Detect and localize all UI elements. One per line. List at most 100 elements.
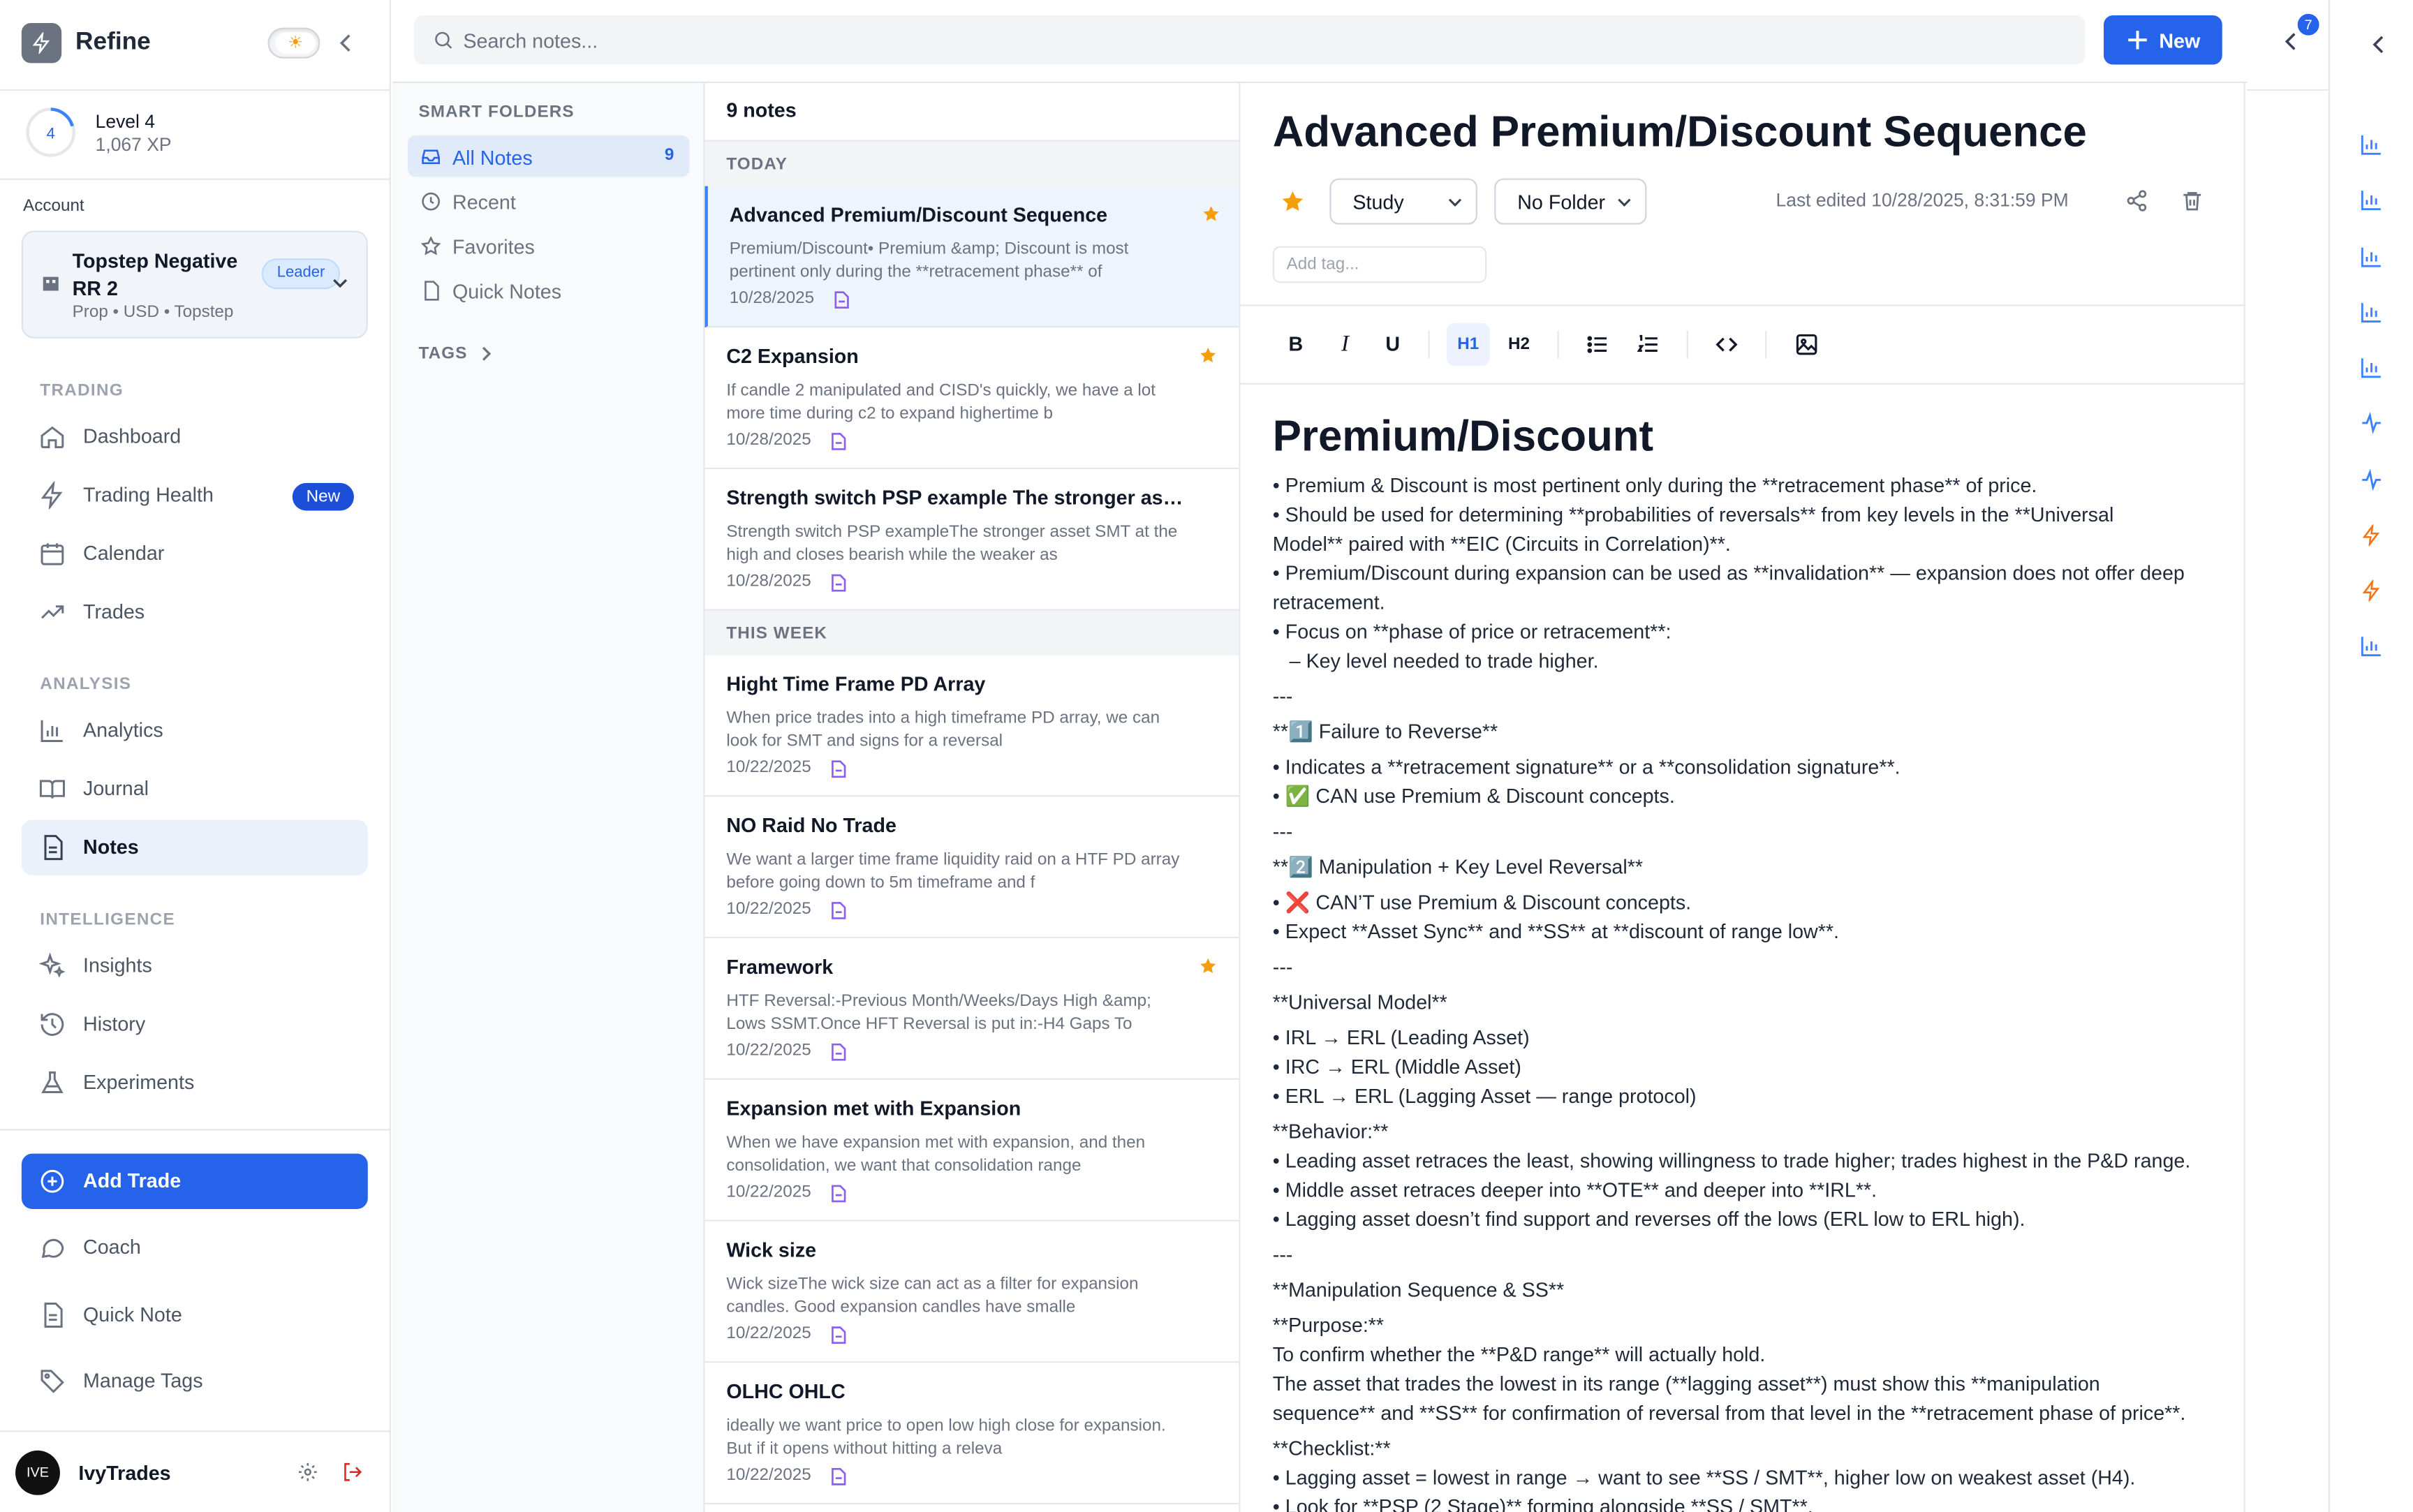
quick-note-label: Quick Note [83,1303,182,1326]
note-line: --- [1272,955,1293,979]
quick-note-button[interactable]: Quick Note [22,1287,368,1342]
bar-chart-icon[interactable] [2361,134,2382,156]
nav-item-history[interactable]: History [22,997,368,1052]
star-icon[interactable] [1202,205,1220,223]
nav-item-journal[interactable]: Journal [22,762,368,817]
star-icon[interactable] [1199,346,1217,364]
bar-chart-icon[interactable] [2361,302,2382,323]
folder-select[interactable]: No Folder [1494,178,1647,225]
document-icon [38,833,66,861]
folder-favorites[interactable]: Favorites [408,225,689,266]
file-icon [829,1043,846,1061]
bar-chart-icon[interactable] [2361,246,2382,268]
collapse-sidebar-button[interactable] [335,28,357,59]
level-xp: 1,067 XP [95,133,172,156]
app-window: Refine ☀ 4 Level 4 1,067 XP Account Tops… [0,0,2413,1512]
italic-button[interactable]: I [1324,323,1367,366]
nav-item-notes[interactable]: Notes [21,820,368,875]
note-card[interactable]: Hight Time Frame PD Array When price tra… [704,655,1239,797]
note-card[interactable]: Expansion met with Expansion When we hav… [704,1079,1239,1222]
heading1-button[interactable]: H1 [1446,323,1490,366]
folder-recent[interactable]: Recent [408,180,689,221]
coach-button[interactable]: Coach [22,1220,368,1275]
note-date: 10/22/2025 [726,1041,811,1060]
gear-icon[interactable] [297,1461,318,1483]
nav-item-dashboard[interactable]: Dashboard [22,409,368,464]
folder-all-notes[interactable]: All Notes 9 [408,135,690,177]
bar-chart-icon [38,717,66,745]
manage-tags-button[interactable]: Manage Tags [22,1354,368,1409]
note-line: • Middle asset retraces deeper into **OT… [1272,1178,1877,1201]
file-icon [829,901,846,919]
nav-item-experiments[interactable]: Experiments [22,1055,368,1111]
heading2-button[interactable]: H2 [1498,323,1541,366]
note-card[interactable]: NO Raid No Trade We want a larger time f… [704,796,1239,939]
last-edited: Last edited 10/28/2025, 8:31:59 PM [1776,189,2069,211]
note-card[interactable]: OLHC OHLC ideally we want price to open … [704,1363,1239,1505]
star-icon[interactable] [1199,957,1217,975]
activity-icon[interactable] [2361,469,2382,491]
bolt-icon[interactable] [2361,579,2382,602]
note-title: OLHC OHLC [726,1379,846,1403]
search-input[interactable] [463,24,2002,56]
chevron-right-icon[interactable] [477,345,495,363]
note-line: **Manipulation Sequence & SS** [1272,1278,1565,1302]
add-trade-button[interactable]: Add Trade [21,1153,368,1209]
nav-item-trades[interactable]: Trades [22,584,368,639]
home-icon [38,423,66,451]
note-body[interactable]: Premium/Discount • Premium & Discount is… [1273,406,2227,1512]
note-line: • Should be used for determining **proba… [1272,503,2114,526]
note-card[interactable]: Wick size Wick sizeThe wick size can act… [704,1221,1239,1363]
tags-heading[interactable]: TAGS [419,345,468,363]
add-tag-input[interactable] [1272,246,1487,283]
inbox-icon [420,146,442,168]
activity-icon[interactable] [2361,412,2382,434]
share-icon[interactable] [2125,189,2148,212]
brand[interactable]: Refine [21,22,151,65]
trash-icon[interactable] [2180,189,2204,212]
nav-label: Calendar [83,541,165,565]
nav-item-trading-health[interactable]: Trading Health New [22,468,368,523]
bar-chart-icon[interactable] [2361,357,2382,378]
image-button[interactable] [1785,323,1829,366]
nav-item-insights[interactable]: Insights [22,938,368,993]
note-card[interactable]: Strength switch PSP example The stronger… [704,469,1239,611]
calendar-icon [38,540,66,568]
avatar[interactable]: IVE [15,1450,60,1495]
note-editor-title[interactable]: Advanced Premium/Discount Sequence [1273,108,2087,157]
bold-button[interactable]: B [1274,323,1318,366]
note-card[interactable]: Framework HTF Reversal:-Previous Month/W… [704,938,1239,1080]
nav-item-analytics[interactable]: Analytics [22,703,368,758]
bar-chart-icon[interactable] [2361,189,2382,211]
group-header-today: TODAY [704,140,1239,188]
formatting-toolbar: B I U H1 H2 [1240,304,2244,385]
note-date: 10/22/2025 [726,1183,811,1201]
account-selector[interactable]: Topstep Negative RR 2 Prop • USD • Topst… [21,230,368,339]
new-label: New [2159,29,2201,52]
note-card[interactable]: C2 Expansion If candle 2 manipulated and… [704,327,1239,470]
bullet-list-button[interactable] [1576,323,1619,366]
bar-chart-icon[interactable] [2361,635,2382,657]
nav-item-calendar[interactable]: Calendar [22,526,368,581]
star-icon[interactable] [1281,189,1305,214]
account-section-label: Account [23,197,84,216]
note-line: sequence** and **SS** for confirmation o… [1272,1401,2186,1425]
note-card[interactable]: Advanced Premium/Discount Sequence Premi… [704,186,1239,328]
underline-button[interactable]: U [1371,323,1415,366]
chevron-left-icon[interactable] [2370,34,2388,55]
note-preview: Strength switch PSP exampleThe stronger … [726,523,1178,565]
star-outline-icon [420,235,442,257]
numbered-list-button[interactable] [1627,323,1670,366]
bolt-icon[interactable] [2361,524,2382,547]
folder-quick-notes[interactable]: Quick Notes [408,269,689,311]
new-note-button[interactable]: New [2104,15,2222,65]
code-button[interactable] [1705,323,1748,366]
note-line: • Lagging asset = lowest in range → want… [1272,1465,2136,1489]
note-line: To confirm whether the **P&D range** wil… [1272,1342,1766,1366]
note-line: **1️⃣ Failure to Reverse** [1272,720,1498,743]
category-select[interactable]: Study [1329,178,1477,225]
chevron-left-icon[interactable] [2282,31,2301,52]
theme-toggle[interactable]: ☀ [267,27,320,59]
logout-icon[interactable] [341,1461,363,1483]
search-bar[interactable] [413,15,2086,65]
